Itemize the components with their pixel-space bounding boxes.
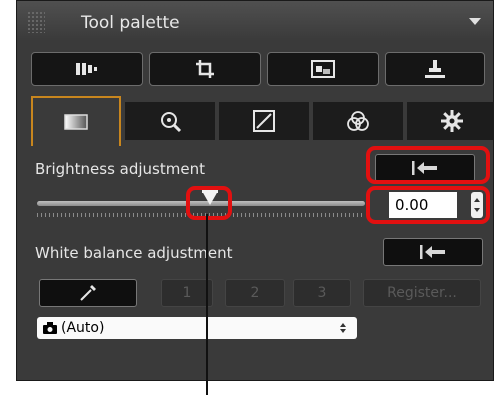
- drag-grip-icon[interactable]: [27, 11, 45, 33]
- slider-thumb-highlight: [186, 186, 232, 220]
- tab-lens[interactable]: [125, 102, 215, 140]
- tab-basic[interactable]: [31, 96, 121, 146]
- lens-icon: [161, 112, 182, 133]
- window-title: Tool palette: [81, 13, 180, 33]
- wb-preset-2-button[interactable]: 2: [225, 279, 285, 307]
- value-field-highlight: [366, 186, 490, 224]
- tab-tone-curve[interactable]: [219, 102, 309, 140]
- tab-color[interactable]: [313, 102, 403, 140]
- crop-icon: [196, 60, 214, 78]
- eyedropper-icon: [80, 285, 96, 301]
- basic-adjustment-icon: [76, 63, 97, 75]
- camera-icon: [43, 322, 57, 334]
- white-balance-label: White balance adjustment: [35, 244, 233, 262]
- stamp-icon: [425, 60, 445, 78]
- wb-register-button[interactable]: Register...: [363, 279, 481, 307]
- crop-button[interactable]: [149, 52, 261, 86]
- stamp-button[interactable]: [385, 52, 485, 86]
- white-balance-select[interactable]: (Auto): [37, 317, 357, 339]
- gradient-icon: [64, 114, 88, 130]
- white-balance-reset-button[interactable]: [383, 238, 483, 266]
- brightness-label: Brightness adjustment: [35, 160, 205, 178]
- select-arrows-icon: [340, 323, 346, 333]
- white-balance-select-value: (Auto): [61, 320, 105, 336]
- tone-curve-icon: [253, 110, 275, 132]
- gear-icon: [441, 110, 463, 132]
- title-bar[interactable]: Tool palette: [17, 1, 493, 41]
- tab-row: [27, 96, 494, 146]
- image-icon: [311, 60, 335, 78]
- collapse-arrow-icon[interactable]: [469, 18, 481, 25]
- callout-line: [206, 214, 208, 395]
- wb-preset-3-button[interactable]: 3: [293, 279, 351, 307]
- eyedropper-button[interactable]: [39, 279, 137, 307]
- color-icon: [347, 111, 369, 131]
- reset-icon: [420, 245, 445, 259]
- basic-adjustment-button[interactable]: [31, 52, 143, 86]
- tab-settings[interactable]: [407, 102, 494, 140]
- image-button[interactable]: [267, 52, 379, 86]
- reset-button-highlight: [366, 146, 490, 184]
